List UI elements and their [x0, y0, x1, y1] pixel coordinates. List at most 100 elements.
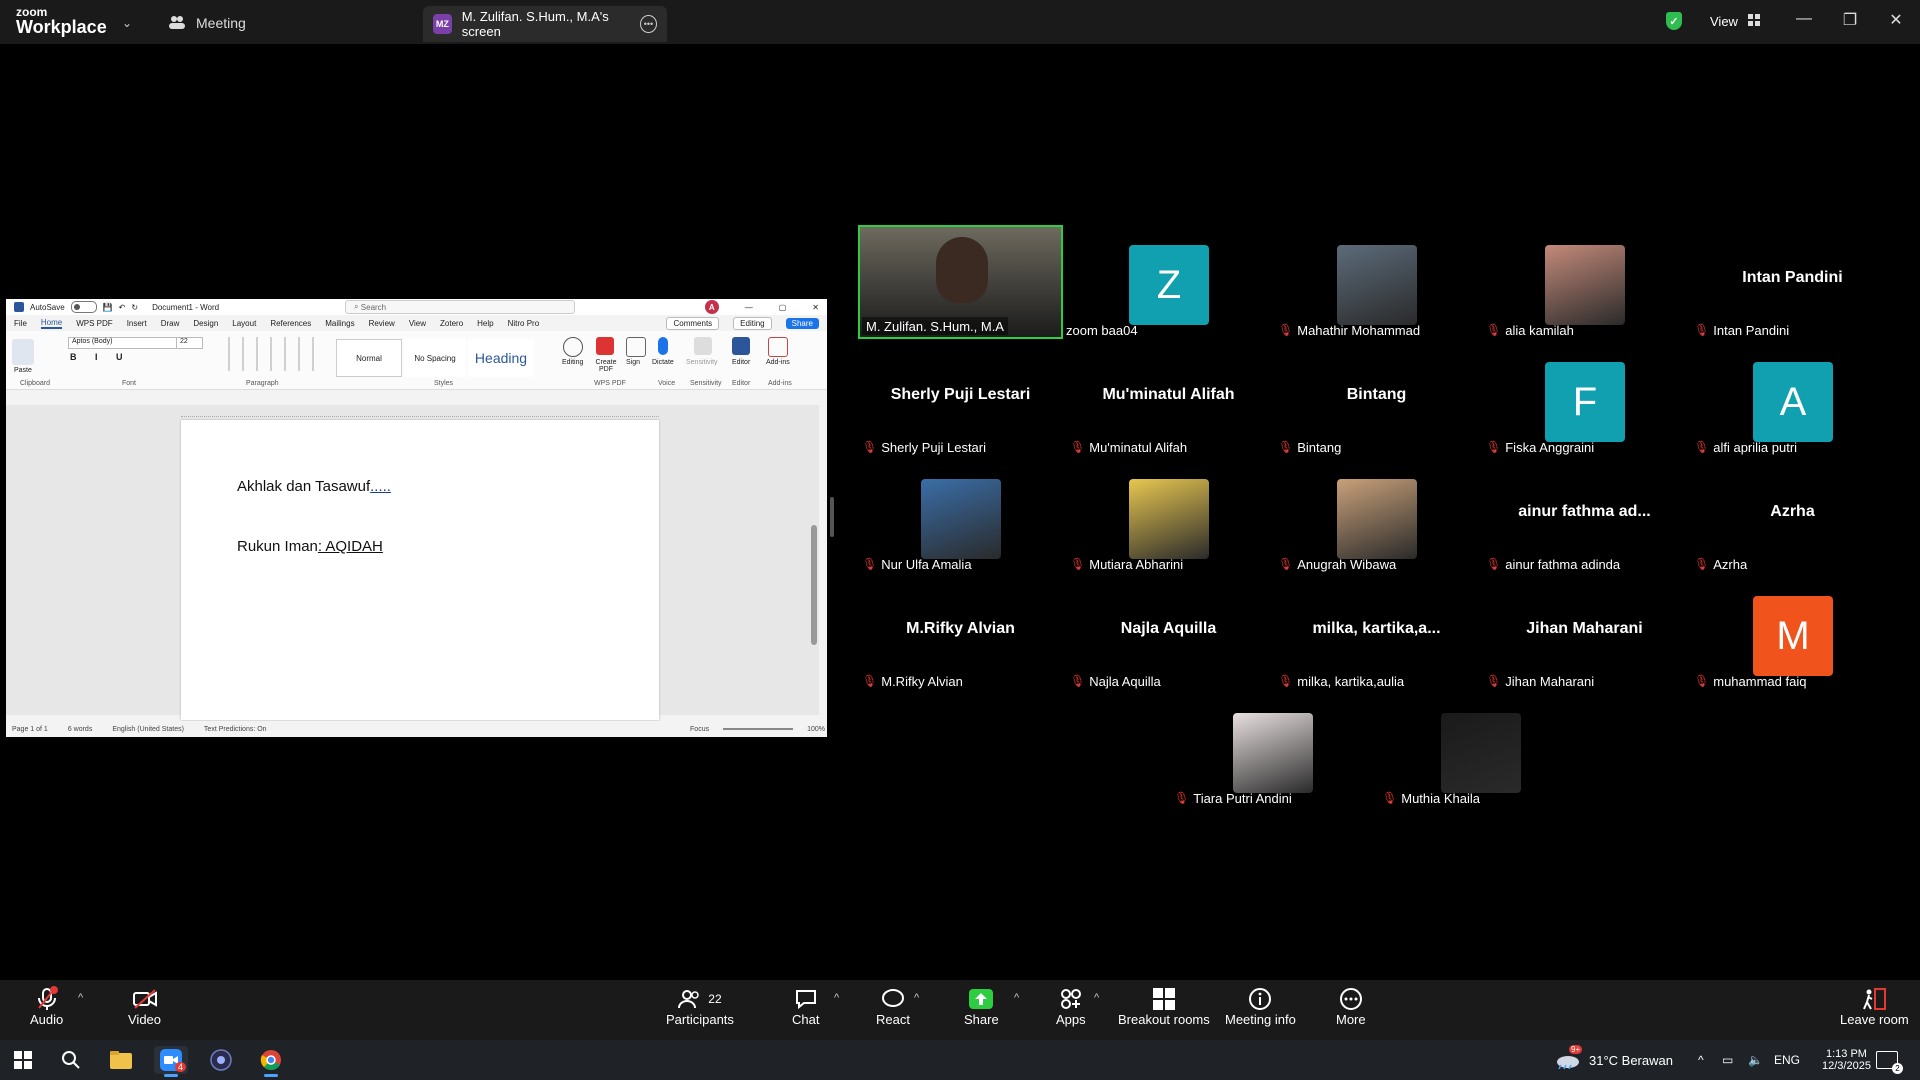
obs-icon[interactable] — [204, 1046, 238, 1074]
share-button[interactable]: Share — [964, 986, 999, 1027]
participant-tile[interactable]: 🎙 Muthia Khaila — [1378, 693, 1583, 807]
menu-layout[interactable]: Layout — [232, 319, 256, 328]
menu-home[interactable]: Home — [40, 318, 63, 329]
dictate-icon[interactable] — [658, 337, 668, 355]
more-options-icon[interactable]: ••• — [639, 15, 657, 33]
participant-tile[interactable]: 🎙 Anugrah Wibawa — [1274, 459, 1479, 573]
encryption-shield-icon[interactable]: ✓ — [1666, 12, 1682, 30]
volume-icon[interactable]: 🔈 — [1748, 1040, 1763, 1080]
paste-icon[interactable] — [12, 339, 34, 365]
participants-button[interactable]: 22 Participants — [666, 986, 734, 1027]
close-icon[interactable]: ✕ — [1876, 10, 1916, 30]
chat-button[interactable]: Chat — [792, 986, 819, 1027]
more-button[interactable]: More — [1336, 986, 1366, 1027]
share-options-caret[interactable]: ^ — [1014, 992, 1019, 1004]
participant-tile[interactable]: Jihan Maharani 🎙 Jihan Maharani — [1482, 576, 1687, 690]
word-minimize-icon[interactable]: — — [745, 303, 753, 312]
participant-tile[interactable]: A 🎙 alfi aprilia putri — [1690, 342, 1895, 456]
editing-icon[interactable] — [563, 337, 583, 357]
font-format-buttons[interactable]: B I U — [70, 352, 131, 362]
editor-icon[interactable] — [732, 337, 750, 355]
style-heading[interactable]: Heading — [468, 339, 534, 377]
menu-design[interactable]: Design — [193, 319, 218, 328]
apps-options-caret[interactable]: ^ — [1094, 992, 1099, 1004]
style-normal[interactable]: Normal — [336, 339, 402, 377]
status-focus[interactable]: Focus — [690, 726, 709, 733]
minimize-icon[interactable]: — — [1784, 10, 1824, 28]
menu-help[interactable]: Help — [477, 319, 493, 328]
participant-tile[interactable]: 🎙 Nur Ulfa Amalia — [858, 459, 1063, 573]
save-icon[interactable]: 💾 — [103, 303, 113, 312]
chevron-down-icon[interactable]: ⌄ — [122, 16, 132, 30]
document-line-1[interactable]: Akhlak dan Tasawuf..... — [237, 478, 391, 495]
menu-wps-pdf[interactable]: WPS PDF — [76, 319, 112, 328]
taskbar-search-icon[interactable] — [54, 1046, 88, 1074]
status-predictions[interactable]: Text Predictions: On — [204, 726, 267, 733]
participant-tile[interactable]: M. Zulifan. S.Hum., M.A — [858, 225, 1063, 339]
menu-zotero[interactable]: Zotero — [440, 319, 463, 328]
menu-mailings[interactable]: Mailings — [325, 319, 354, 328]
participant-tile[interactable]: 🎙 Mahathir Mohammad — [1274, 225, 1479, 339]
tab-shared-screen[interactable]: MZ M. Zulifan. S.Hum., M.A's screen ••• — [423, 6, 667, 42]
tab-meeting[interactable]: Meeting — [168, 10, 246, 36]
participant-tile[interactable]: M.Rifky Alvian 🎙 M.Rifky Alvian — [858, 576, 1063, 690]
font-size-select[interactable]: 22 — [176, 337, 203, 349]
participant-tile[interactable]: 🎙 Tiara Putri Andini — [1170, 693, 1375, 807]
status-page[interactable]: Page 1 of 1 — [12, 726, 48, 733]
participant-tile[interactable]: Zzoom baa04 — [1066, 225, 1271, 339]
participant-tile[interactable]: Azrha 🎙 Azrha — [1690, 459, 1895, 573]
participant-tile[interactable]: Bintang 🎙 Bintang — [1274, 342, 1479, 456]
participant-tile[interactable]: ainur fathma ad... 🎙 ainur fathma adinda — [1482, 459, 1687, 573]
file-explorer-icon[interactable] — [104, 1046, 138, 1074]
tray-overflow-chevron-icon[interactable]: ^ — [1698, 1040, 1704, 1080]
participant-tile[interactable]: 🎙 Mutiara Abharini — [1066, 459, 1271, 573]
windows-start-icon[interactable] — [6, 1046, 40, 1074]
status-zoom[interactable]: 100% — [807, 726, 825, 733]
status-words[interactable]: 6 words — [68, 726, 93, 733]
gallery-splitter-handle[interactable] — [830, 497, 834, 537]
word-close-icon[interactable]: ✕ — [812, 303, 819, 312]
zoom-workplace-logo[interactable]: zoom Workplace — [16, 6, 107, 36]
participant-tile[interactable]: Najla Aquilla 🎙 Najla Aquilla — [1066, 576, 1271, 690]
style-no-spacing[interactable]: No Spacing — [404, 339, 466, 377]
undo-icon[interactable]: ↶ — [119, 303, 126, 312]
word-share-button[interactable]: Share — [785, 317, 819, 329]
menu-review[interactable]: Review — [369, 319, 395, 328]
system-clock[interactable]: 1:13 PM 12/3/2025 — [1822, 1040, 1871, 1080]
apps-button[interactable]: Apps — [1056, 986, 1086, 1027]
network-icon[interactable]: ▭ — [1722, 1040, 1733, 1080]
menu-view[interactable]: View — [409, 319, 426, 328]
paragraph-controls[interactable] — [216, 337, 316, 371]
participant-tile[interactable]: M 🎙 muhammad faiq — [1690, 576, 1895, 690]
zoom-taskbar-icon[interactable]: 4 — [154, 1046, 188, 1077]
add-ins-icon[interactable] — [768, 337, 788, 357]
language-indicator[interactable]: ENG — [1774, 1040, 1800, 1080]
document-line-2[interactable]: Rukun Iman: AQIDAH — [237, 538, 383, 555]
redo-icon[interactable]: ↻ — [131, 303, 138, 312]
font-name-select[interactable]: Aptos (Body) — [68, 337, 177, 349]
view-button[interactable]: ✓ View — [1666, 10, 1766, 32]
zoom-slider[interactable] — [723, 728, 794, 730]
participant-tile[interactable]: Intan Pandini 🎙 Intan Pandini — [1690, 225, 1895, 339]
leave-room-button[interactable]: Leave room — [1840, 986, 1909, 1027]
participant-tile[interactable]: 🎙 alia kamilah — [1482, 225, 1687, 339]
document-scrollbar[interactable] — [811, 525, 817, 645]
participant-tile[interactable]: F 🎙 Fiska Anggraini — [1482, 342, 1687, 456]
notifications-icon[interactable]: 2 — [1876, 1040, 1903, 1080]
word-account-avatar[interactable]: A — [704, 300, 719, 314]
menu-insert[interactable]: Insert — [127, 319, 147, 328]
document-page[interactable]: Akhlak dan Tasawuf..... Rukun Iman: AQID… — [181, 420, 659, 720]
breakout-rooms-button[interactable]: Breakout rooms — [1118, 986, 1210, 1027]
menu-references[interactable]: References — [270, 319, 311, 328]
video-button[interactable]: Video — [128, 986, 161, 1027]
audio-options-caret[interactable]: ^ — [78, 992, 83, 1004]
create-pdf-icon[interactable] — [596, 337, 614, 355]
sign-icon[interactable] — [626, 337, 646, 357]
status-language[interactable]: English (United States) — [112, 726, 184, 733]
word-search-box[interactable]: ⌕ Search — [345, 300, 576, 314]
restore-icon[interactable]: ❐ — [1830, 10, 1870, 30]
react-options-caret[interactable]: ^ — [914, 992, 919, 1004]
chrome-icon[interactable] — [254, 1046, 288, 1077]
sensitivity-icon[interactable] — [694, 337, 712, 355]
autosave-toggle[interactable] — [70, 301, 97, 313]
